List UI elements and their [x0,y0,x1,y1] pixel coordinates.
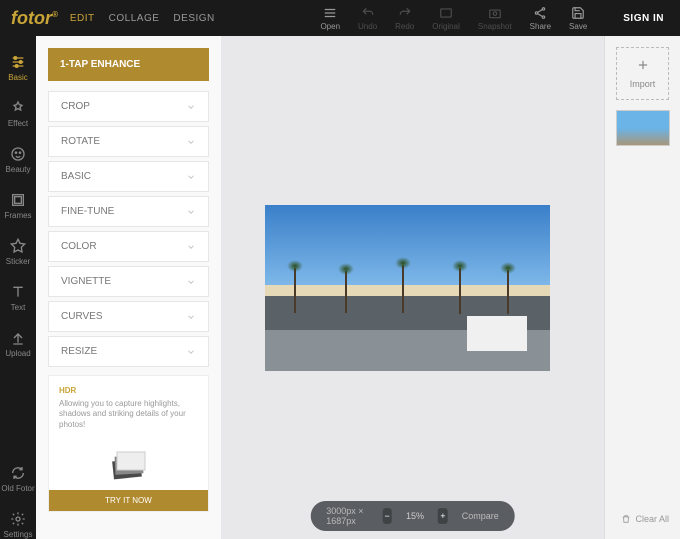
bottom-bar: 3000px × 1687px − 15% + Compare [310,501,515,531]
logo[interactable]: fotor® [0,8,70,29]
chevron-down-icon [186,102,196,112]
star-icon [10,238,26,254]
hdr-image [59,440,198,490]
accordion-finetune[interactable]: FINE-TUNE [48,196,209,227]
canvas-area[interactable]: 3000px × 1687px − 15% + Compare [221,36,604,539]
original-button[interactable]: Original [432,6,460,31]
redo-icon [398,6,412,20]
camera-icon [488,6,502,20]
share-button[interactable]: Share [530,6,551,31]
undo-button[interactable]: Undo [358,6,377,31]
accordion-crop[interactable]: CROP [48,91,209,122]
chevron-down-icon [186,207,196,217]
face-icon [10,146,26,162]
snapshot-button[interactable]: Snapshot [478,6,512,31]
zoom-in-button[interactable]: + [438,508,448,524]
chevron-down-icon [186,277,196,287]
open-button[interactable]: Open [320,6,340,31]
save-button[interactable]: Save [569,6,587,31]
redo-button[interactable]: Redo [395,6,414,31]
thumbnail[interactable] [616,110,670,146]
sidebar-basic[interactable]: Basic [8,54,28,82]
share-icon [533,6,547,20]
image-icon [439,6,453,20]
sidebar-oldfotor[interactable]: Old Fotor [1,465,34,493]
upload-icon [10,330,26,346]
sidebar-beauty[interactable]: Beauty [6,146,31,174]
accordion-basic[interactable]: BASIC [48,161,209,192]
nav-collage[interactable]: COLLAGE [109,13,160,24]
accordion-label: CROP [61,101,90,112]
sidebar-text[interactable]: Text [10,284,26,312]
accordion-label: VIGNETTE [61,276,111,287]
sidebar-frames[interactable]: Frames [4,192,31,220]
accordion-label: BASIC [61,171,91,182]
accordion-color[interactable]: COLOR [48,231,209,262]
accordion-label: CURVES [61,311,103,322]
try-hdr-button[interactable]: TRY IT NOW [49,490,208,511]
clear-all-button[interactable]: Clear All [616,510,669,528]
chevron-down-icon [186,242,196,252]
zoom-level: 15% [406,511,424,521]
sidebar-settings[interactable]: Settings [4,511,33,539]
sliders-icon [10,54,26,70]
plus-icon [636,58,650,72]
menu-icon [323,6,337,20]
trash-icon [621,514,631,524]
sidebar-effect[interactable]: Effect [8,100,28,128]
gear-icon [10,511,26,527]
chevron-down-icon [186,172,196,182]
dimensions-label: 3000px × 1687px [326,506,368,526]
chevron-down-icon [186,137,196,147]
accordion-label: RESIZE [61,346,97,357]
accordion-curves[interactable]: CURVES [48,301,209,332]
import-button[interactable]: Import [616,47,669,100]
enhance-button[interactable]: 1-TAP ENHANCE [48,48,209,81]
sidebar-upload[interactable]: Upload [5,330,30,358]
zoom-out-button[interactable]: − [382,508,392,524]
accordion-label: ROTATE [61,136,100,147]
hdr-promo: HDR Allowing you to capture highlights, … [48,375,209,512]
text-icon [10,284,26,300]
signin-button[interactable]: SIGN IN [623,13,664,24]
refresh-icon [10,465,26,481]
magic-icon [10,100,26,116]
accordion-rotate[interactable]: ROTATE [48,126,209,157]
save-icon [571,6,585,20]
nav-edit[interactable]: EDIT [70,13,95,24]
undo-icon [361,6,375,20]
accordion-label: FINE-TUNE [61,206,114,217]
accordion-label: COLOR [61,241,97,252]
nav-design[interactable]: DESIGN [173,13,214,24]
frame-icon [10,192,26,208]
accordion-resize[interactable]: RESIZE [48,336,209,367]
photo-preview[interactable] [265,205,550,371]
chevron-down-icon [186,312,196,322]
accordion-vignette[interactable]: VIGNETTE [48,266,209,297]
hdr-title: HDR [59,386,198,395]
chevron-down-icon [186,347,196,357]
sidebar-sticker[interactable]: Sticker [6,238,30,266]
compare-button[interactable]: Compare [462,511,499,521]
hdr-desc: Allowing you to capture highlights, shad… [59,399,198,430]
